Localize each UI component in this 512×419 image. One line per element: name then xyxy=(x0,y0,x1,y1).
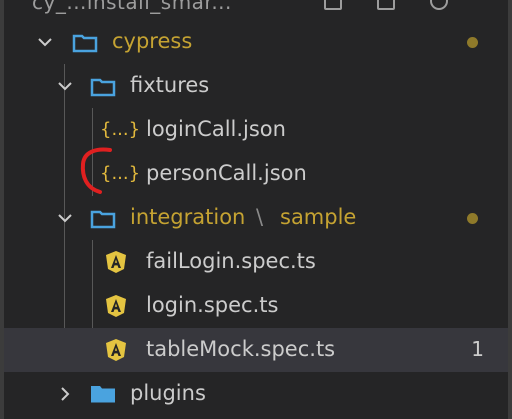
json-file-icon: {...} xyxy=(100,119,141,140)
chevron-down-icon xyxy=(58,214,72,223)
tree-item-faillogin-spec[interactable]: failLogin.spec.ts xyxy=(4,240,508,284)
chevron-down-icon xyxy=(38,38,52,47)
angular-file-icon xyxy=(106,339,126,361)
tree-item-tablemock-spec[interactable]: tableMock.spec.ts 1 xyxy=(4,328,508,372)
tree-item-label: loginCall.json xyxy=(146,117,286,141)
tree-item-label: plugins xyxy=(130,381,206,405)
angular-file-icon xyxy=(106,295,126,317)
new-folder-icon[interactable] xyxy=(377,0,396,10)
tree-item-label: cypress xyxy=(112,29,193,53)
tree-item-label: integration xyxy=(130,205,246,229)
modified-dot xyxy=(467,213,478,224)
chevron-down-icon xyxy=(58,82,72,91)
refresh-icon[interactable] xyxy=(430,0,449,10)
tree-item-fixtures[interactable]: fixtures xyxy=(4,64,508,108)
explorer-header: cy_...install_smar... xyxy=(4,0,508,14)
tree-item-label: personCall.json xyxy=(146,161,307,185)
problem-count-badge: 1 xyxy=(471,337,484,361)
workspace-title: cy_...install_smar... xyxy=(32,0,232,14)
folder-closed-icon xyxy=(91,386,115,403)
angular-file-icon xyxy=(106,251,126,273)
folder-open-icon xyxy=(90,210,116,229)
path-separator: \ xyxy=(256,205,264,229)
tree-item-label: tableMock.spec.ts xyxy=(146,337,336,361)
tree-item-plugins[interactable]: plugins xyxy=(4,372,508,416)
tree-item-integration-sample[interactable]: integration \ sample xyxy=(4,196,508,240)
tree-item-label: fixtures xyxy=(130,73,210,97)
tree-item-sublabel: sample xyxy=(280,205,357,229)
tree-item-login-spec[interactable]: login.spec.ts xyxy=(4,284,508,328)
tree-item-label: login.spec.ts xyxy=(146,293,279,317)
chevron-right-icon xyxy=(61,387,70,401)
tree-item-label: failLogin.spec.ts xyxy=(146,249,316,273)
folder-open-icon xyxy=(72,34,98,53)
folder-open-icon xyxy=(90,78,116,97)
new-file-icon[interactable] xyxy=(324,0,342,10)
tree-item-cypress[interactable]: cypress xyxy=(4,20,508,64)
red-annotation-mark xyxy=(80,147,112,194)
modified-dot xyxy=(467,37,478,48)
